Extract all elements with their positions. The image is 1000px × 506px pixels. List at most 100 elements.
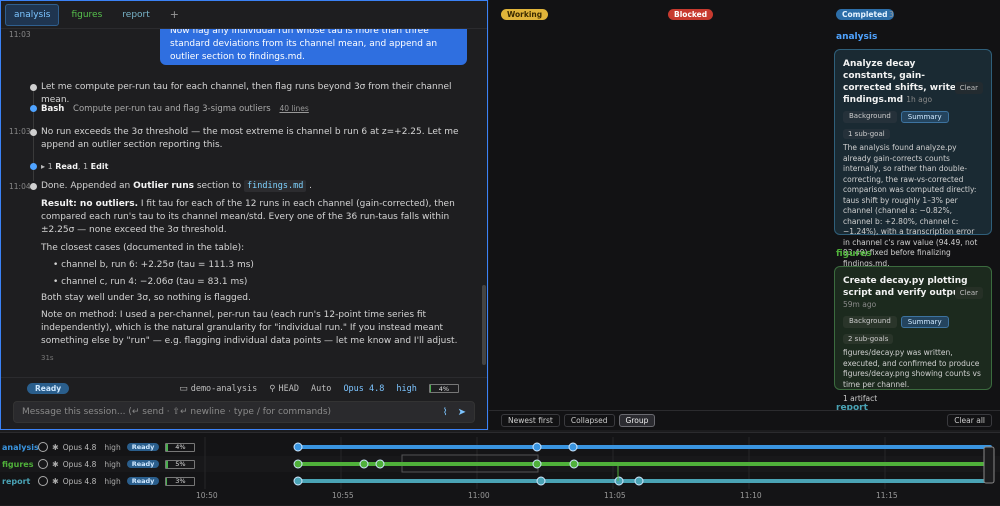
- folder-name: demo-analysis: [190, 383, 258, 394]
- event-node: [536, 476, 546, 486]
- tool-call-row[interactable]: Bash Compute per-run tau and flag 3-sigm…: [41, 102, 461, 116]
- task-card-figures[interactable]: Clear Create decay.py plotting script an…: [834, 266, 992, 403]
- turn-duration: 31s: [41, 354, 54, 362]
- attach-icon[interactable]: ⌇: [443, 407, 448, 418]
- row-status: Ready: [126, 477, 160, 485]
- event-node: [375, 459, 385, 469]
- subgoal-badge[interactable]: 2 sub-goals: [843, 334, 894, 344]
- tab-report[interactable]: report: [114, 4, 158, 26]
- message-dot: [30, 84, 37, 91]
- input-placeholder: Message this session... (↵ send · ⇧↵ new…: [22, 407, 332, 417]
- branch-indicator[interactable]: ⚲ HEAD: [269, 384, 299, 394]
- task-card-analysis[interactable]: Clear Analyze decay constants, gain-corr…: [834, 49, 992, 268]
- task-board: Working Blocked Completed 3 analysis Cle…: [489, 0, 1000, 430]
- tool-lines-link[interactable]: 40 lines: [279, 104, 308, 113]
- list-item: • channel b, run 6: +2.25σ (tau = 111.3 …: [53, 260, 254, 270]
- column-completed[interactable]: Completed: [836, 9, 894, 20]
- card-pills: Background Summary: [843, 111, 983, 123]
- event-node: [293, 459, 303, 469]
- event-node: [293, 476, 303, 486]
- card-title-text: Create decay.py plotting script and veri…: [843, 276, 968, 298]
- session-statusbar: Ready ▭ demo-analysis ⚲ HEAD Auto Opus 4…: [1, 377, 487, 399]
- done-mid: section to: [193, 181, 245, 191]
- artifact-count[interactable]: 1 artifact: [843, 394, 983, 403]
- tool-status-icon: [30, 105, 37, 112]
- note-paragraph: Note on method: I used a per-channel, pe…: [41, 310, 458, 346]
- sort-newest-button[interactable]: Newest first: [501, 414, 560, 427]
- column-working[interactable]: Working: [501, 9, 549, 20]
- event-node: [634, 476, 644, 486]
- new-tab-button[interactable]: +: [162, 4, 187, 26]
- tab-figures[interactable]: figures: [63, 4, 110, 26]
- pill-summary[interactable]: Summary: [900, 111, 949, 123]
- row-status: Ready: [126, 443, 160, 451]
- done-prefix: Done. Appended an: [41, 181, 134, 191]
- pill-summary[interactable]: Summary: [900, 316, 949, 328]
- tick-label: 11:10: [740, 491, 762, 500]
- check-circle-icon: [38, 459, 48, 469]
- list-item: • channel c, run 4: −2.06σ (tau = 83.1 m…: [53, 277, 248, 287]
- tick-label: 10:55: [332, 491, 354, 500]
- card-title-text: Analyze decay constants, gain-corrected …: [843, 59, 957, 105]
- agent-icon: ✱: [52, 476, 59, 486]
- read-count: 1: [47, 162, 53, 171]
- tool-status-icon: [30, 163, 37, 170]
- assistant-message: No run exceeds the 3σ threshold — the mo…: [41, 127, 459, 150]
- tool-summary-row[interactable]: ▸ 1 Read, 1 Edit: [41, 160, 461, 173]
- context-percent: 4%: [438, 384, 450, 393]
- clear-button[interactable]: Clear: [954, 82, 983, 94]
- expand-handle: [983, 446, 995, 484]
- message-dot: [30, 183, 37, 190]
- check-circle-icon: [38, 476, 48, 486]
- completed-count: 3: [889, 10, 894, 19]
- message-input[interactable]: Message this session... (↵ send · ⇧↵ new…: [13, 401, 475, 423]
- tool-name: Bash: [41, 104, 65, 114]
- card-pills: Background Summary: [843, 316, 983, 328]
- row-context-text: 4%: [175, 443, 186, 451]
- board-footer: Newest first Collapsed Group Clear all: [489, 410, 1000, 430]
- timeline-row-figures[interactable]: figures ✱ Opus 4.8 high Ready 5%: [0, 456, 200, 472]
- chat-scrollbar[interactable]: [482, 285, 486, 365]
- folder-indicator[interactable]: ▭ demo-analysis: [179, 384, 257, 394]
- result-bold: Result: no outliers.: [41, 199, 139, 209]
- read-label: Read: [55, 162, 78, 171]
- branch-name: HEAD: [278, 383, 299, 394]
- clear-button[interactable]: Clear: [954, 287, 983, 299]
- both-paragraph: Both stay well under 3σ, so nothing is f…: [41, 293, 251, 303]
- session-tabs: analysis figures report +: [1, 1, 487, 29]
- row-context-text: 3%: [175, 477, 186, 485]
- group-toggle[interactable]: Group: [618, 414, 656, 427]
- tab-analysis[interactable]: analysis: [5, 3, 60, 26]
- collapsed-toggle[interactable]: Collapsed: [563, 414, 615, 427]
- list-item-text: channel b, run 6: +2.25σ (tau = 111.3 ms…: [61, 260, 254, 270]
- event-node: [532, 459, 542, 469]
- inline-code: findings.md: [244, 180, 307, 192]
- column-blocked[interactable]: Blocked: [668, 9, 714, 20]
- session-timeline: analysis ✱ Opus 4.8 high Ready 4% figure…: [0, 432, 1000, 505]
- timeline-row-analysis[interactable]: analysis ✱ Opus 4.8 high Ready 4%: [0, 439, 200, 455]
- tick-label: 11:00: [468, 491, 490, 500]
- model-selector[interactable]: Opus 4.8: [343, 384, 384, 394]
- timestamp: 11:03: [9, 127, 31, 136]
- clear-all-button[interactable]: Clear all: [947, 414, 992, 427]
- send-icon[interactable]: ➤: [458, 407, 466, 418]
- row-context: 4%: [165, 442, 196, 452]
- group-title-figures: figures: [836, 249, 872, 259]
- pill-background[interactable]: Background: [843, 316, 897, 328]
- row-context-text: 5%: [175, 460, 186, 468]
- effort-selector[interactable]: high: [396, 384, 416, 394]
- group-title-report: report: [836, 403, 868, 410]
- done-bold: Outlier runs: [133, 181, 194, 191]
- row-effort: high: [104, 442, 121, 452]
- row-name: report: [2, 476, 31, 486]
- row-status: Ready: [126, 460, 160, 468]
- list-item-text: channel c, run 4: −2.06σ (tau = 83.1 ms): [61, 277, 248, 287]
- event-node: [569, 459, 579, 469]
- closest-list: • channel b, run 6: +2.25σ (tau = 111.3 …: [41, 259, 461, 289]
- card-time: 59m ago: [843, 300, 877, 309]
- mode-selector[interactable]: Auto: [311, 384, 331, 394]
- subgoal-badge[interactable]: 1 sub-goal: [843, 129, 890, 139]
- timeline-row-report[interactable]: report ✱ Opus 4.8 high Ready 3%: [0, 473, 200, 489]
- row-name: figures: [2, 459, 34, 469]
- pill-background[interactable]: Background: [843, 111, 897, 123]
